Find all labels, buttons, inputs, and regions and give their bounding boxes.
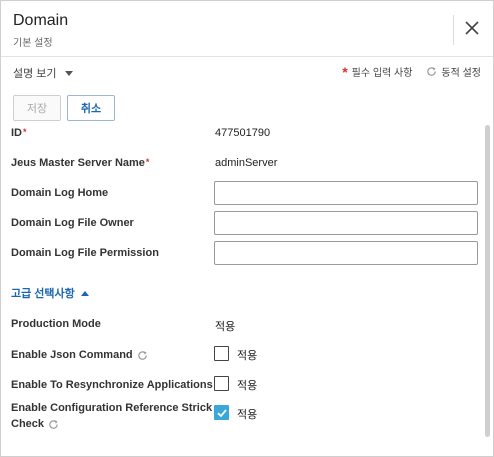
scrollbar[interactable]	[485, 125, 490, 437]
sync-icon	[137, 350, 147, 360]
config-ref-check-label-line1: Enable Configuration Reference Strick	[11, 402, 213, 414]
resync-apps-checkbox[interactable]	[214, 376, 229, 391]
production-mode-value: 적용	[215, 321, 236, 333]
id-label-text: ID	[11, 127, 22, 139]
resync-apps-label-text: Enable To Resynchronize Applications	[11, 379, 213, 391]
id-label: ID*	[11, 127, 27, 139]
save-button[interactable]: 저장	[13, 95, 61, 121]
log-owner-input[interactable]	[214, 211, 478, 235]
json-command-label: Enable Json Command	[11, 349, 148, 361]
header-divider	[453, 15, 454, 45]
config-ref-check-label-line2-wrap: Check	[11, 416, 212, 432]
chevron-up-icon	[80, 290, 89, 296]
json-command-checkbox[interactable]	[214, 346, 229, 361]
resync-apps-label: Enable To Resynchronize Applications	[11, 379, 228, 391]
log-permission-input[interactable]	[214, 241, 478, 265]
sub-toolbar: 설명 보기 * 필수 입력 사항 동적 설정	[1, 58, 493, 84]
json-command-checkbox-label: 적용	[237, 350, 258, 362]
config-ref-check-checkbox-label: 적용	[237, 409, 258, 421]
log-owner-label: Domain Log File Owner	[11, 217, 134, 229]
required-asterisk-icon: *	[145, 157, 150, 167]
close-button[interactable]	[463, 19, 481, 37]
advanced-options-label: 고급 선택사항	[11, 288, 75, 300]
sync-icon	[427, 67, 437, 76]
page-title: Domain	[13, 12, 69, 29]
required-asterisk-icon: *	[23, 127, 27, 137]
description-toggle-label: 설명 보기	[13, 68, 57, 80]
log-permission-label: Domain Log File Permission	[11, 247, 159, 259]
sync-icon	[49, 419, 58, 429]
page-subtitle: 기본 설정	[13, 38, 53, 49]
close-icon	[465, 21, 479, 35]
resync-apps-checkbox-label: 적용	[237, 380, 258, 392]
domain-settings-panel: Domain 기본 설정 설명 보기 * 필수 입력 사항 동적 설정 저장 취…	[0, 0, 494, 457]
production-mode-label: Production Mode	[11, 318, 101, 330]
panel-header: Domain 기본 설정	[1, 1, 493, 57]
checkmark-icon	[216, 408, 227, 417]
log-home-label: Domain Log Home	[11, 187, 109, 199]
master-server-label: Jeus Master Server Name*	[11, 157, 149, 169]
advanced-options-toggle[interactable]: 고급 선택사항	[11, 285, 89, 301]
log-home-input[interactable]	[214, 181, 478, 205]
legend-required-label: 필수 입력 사항	[351, 68, 413, 79]
chevron-down-icon	[64, 70, 73, 76]
legend-dynamic-label: 동적 설정	[441, 68, 481, 79]
master-server-label-text: Jeus Master Server Name	[11, 157, 145, 169]
config-ref-check-label: Enable Configuration Reference Strick Ch…	[11, 400, 212, 432]
id-value: 477501790	[215, 127, 271, 139]
description-toggle[interactable]: 설명 보기	[13, 65, 73, 81]
config-ref-check-checkbox[interactable]	[214, 405, 229, 420]
required-asterisk-icon: *	[342, 63, 348, 80]
legend: * 필수 입력 사항 동적 설정	[342, 63, 481, 80]
cancel-button[interactable]: 취소	[67, 95, 115, 121]
master-server-value: adminServer	[215, 157, 278, 169]
json-command-label-text: Enable Json Command	[11, 349, 133, 361]
config-ref-check-label-line2: Check	[11, 418, 45, 430]
